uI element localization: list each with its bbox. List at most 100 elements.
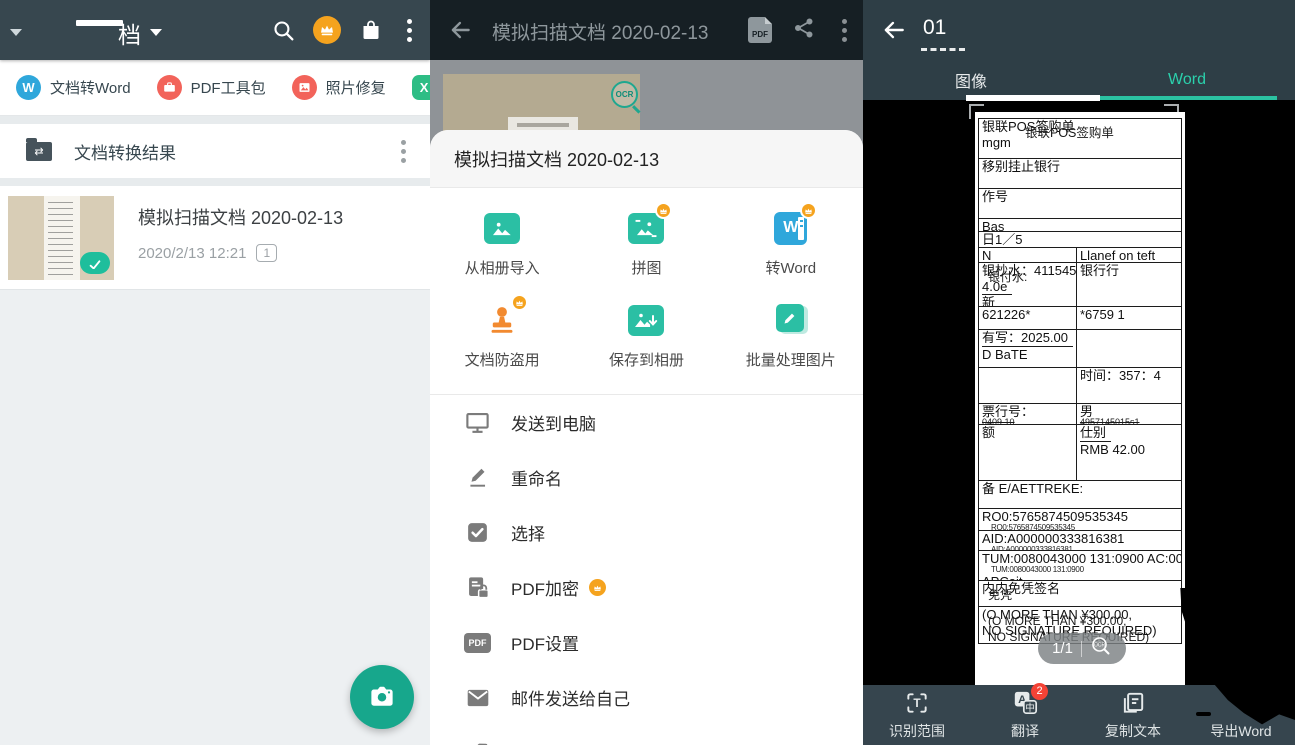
ocr-table-cell: 票行号：0409.10 bbox=[979, 404, 1076, 424]
search-icon[interactable] bbox=[270, 17, 296, 43]
edge-caret-icon[interactable] bbox=[10, 29, 22, 36]
action-label: 选择 bbox=[511, 520, 545, 545]
page-indicator: 1/1 bbox=[1052, 640, 1073, 657]
ocr-table-cell bbox=[1076, 330, 1181, 367]
dimmed-app-bar: 模拟扫描文档 2020-02-13 PDF bbox=[430, 0, 863, 60]
sheet-list-pdf-badge[interactable]: PDF PDF设置 bbox=[430, 615, 863, 670]
sheet-action-stamp[interactable]: 文档防盗用 bbox=[430, 290, 574, 382]
ocr-zoom-icon[interactable]: OCR bbox=[1090, 635, 1112, 662]
ocr-word-page[interactable]: 银联POS签购单银联POS签购单mgm 移别挂止银行作号Bas日1／5NLlane… bbox=[975, 112, 1185, 685]
sheet-action-image[interactable]: 从相册导入 bbox=[430, 198, 574, 290]
artifact-strip bbox=[966, 95, 1100, 101]
toolbar-ocr-frame[interactable]: T 识别范围 bbox=[863, 685, 971, 745]
document-name[interactable]: 01 bbox=[923, 16, 946, 40]
toolbar-item-3[interactable]: 照片修复 bbox=[292, 75, 386, 100]
camera-fab[interactable] bbox=[350, 665, 414, 729]
black-blob-overlay bbox=[1196, 712, 1211, 716]
ocr-table-row: TUM:0080043000 131:0900 AC:00FTUM:008004… bbox=[979, 551, 1181, 581]
premium-crown-icon bbox=[589, 579, 606, 596]
ocr-text-line: 内内免凭签名免凭 bbox=[979, 581, 1181, 597]
folder-item[interactable]: ⇄ 文档转换结果 bbox=[0, 124, 430, 178]
sheet-action-list: 发送到电脑 重命名 选择 PDF加密 PDF PDF设置 邮件发送给自己 设置标签 bbox=[430, 395, 863, 745]
toolbar-item-label: 文档转Word bbox=[50, 77, 131, 98]
collage-icon bbox=[624, 208, 668, 248]
ocr-result-screen: 01 图像 Word 银联POS签购单银联POS签购单mgm 移别挂止银行作号Ba… bbox=[863, 0, 1295, 745]
image-icon bbox=[480, 208, 524, 248]
ocr-text-line: mgm bbox=[979, 135, 1181, 151]
page-indicator-pill[interactable]: 1/1 OCR bbox=[1038, 633, 1126, 664]
ocr-table-row: 内内免凭签名免凭 bbox=[979, 581, 1181, 607]
toolbar-item-2[interactable]: PDF工具包 bbox=[157, 75, 266, 100]
sheet-list-select[interactable]: 选择 bbox=[430, 505, 863, 560]
ocr-table-row: 日1／5 bbox=[979, 232, 1181, 248]
ocr-table-cell: Bas bbox=[979, 219, 1181, 231]
action-label: PDF加密 bbox=[511, 575, 579, 600]
rename-icon bbox=[464, 464, 491, 491]
sheet-list-rename[interactable]: 重命名 bbox=[430, 450, 863, 505]
ocr-text-line: N bbox=[979, 248, 1076, 262]
sheet-action-batch-edit[interactable]: 批量处理图片 bbox=[719, 290, 863, 382]
sheet-list-pdf-lock[interactable]: PDF加密 bbox=[430, 560, 863, 615]
sheet-action-collage[interactable]: 拼图 bbox=[574, 198, 718, 290]
ocr-table-row: 621226**6759 1 bbox=[979, 307, 1181, 330]
ocr-table-cell: 银行行 bbox=[1076, 263, 1181, 306]
documents-list-screen: 档 W文档转Word PDF工具包 照片修复 X ⇄ 文档转换结果 bbox=[0, 0, 430, 745]
overflow-menu-icon[interactable] bbox=[836, 19, 853, 42]
ocr-table-row: AID:A000000333816381AID:A000000333816381 bbox=[979, 531, 1181, 551]
shopping-bag-icon[interactable] bbox=[358, 17, 384, 43]
toolbar-translate[interactable]: A中 2 翻译 bbox=[971, 685, 1079, 745]
sheet-action-save-image[interactable]: 保存到相册 bbox=[574, 290, 718, 382]
ocr-text-line: 仕别 bbox=[1077, 425, 1181, 442]
ocr-text-line: 4.0e bbox=[979, 279, 1076, 296]
tab-word[interactable]: Word bbox=[1079, 60, 1295, 100]
ocr-table-row: 额仕别RMB 42.00 bbox=[979, 425, 1181, 481]
back-icon[interactable] bbox=[881, 17, 907, 48]
sheet-list-tag[interactable]: 设置标签 bbox=[430, 725, 863, 745]
ocr-text-line: 银联POS签购单银联POS签购单 bbox=[979, 119, 1181, 135]
sheet-list-email[interactable]: 邮件发送给自己 bbox=[430, 670, 863, 725]
share-icon[interactable] bbox=[792, 16, 816, 45]
action-label: 转Word bbox=[765, 257, 816, 278]
document-title: 模拟扫描文档 2020-02-13 bbox=[138, 204, 343, 230]
overflow-menu-icon[interactable] bbox=[401, 19, 418, 42]
toolbar-label: 识别范围 bbox=[889, 721, 945, 741]
ocr-ghost-text: 免凭 bbox=[988, 589, 1012, 602]
ocr-table-row: 作号 bbox=[979, 189, 1181, 219]
folder-transfer-icon: ⇄ bbox=[26, 142, 52, 161]
ocr-frame-icon: T bbox=[903, 690, 931, 716]
toolbar-item-1[interactable]: W文档转Word bbox=[16, 75, 131, 100]
ocr-table-cell: Llanef on teft bbox=[1076, 248, 1181, 262]
tab-image[interactable]: 图像 bbox=[863, 60, 1079, 100]
action-label: 拼图 bbox=[631, 257, 661, 278]
premium-crown-icon[interactable] bbox=[313, 16, 341, 44]
ocr-table-cell: AID:A000000333816381AID:A000000333816381 bbox=[979, 531, 1181, 550]
page-title[interactable]: 档 bbox=[118, 16, 141, 50]
sheet-action-word-doc[interactable]: W 转Word bbox=[719, 198, 863, 290]
ocr-text-line: 时间：357：4 bbox=[1077, 368, 1181, 384]
save-image-icon bbox=[624, 300, 668, 340]
ocr-table-cell: 仕别RMB 42.00 bbox=[1076, 425, 1181, 480]
ocr-ghost-text: 0409.10 bbox=[982, 417, 1015, 424]
ocr-table-cell: *6759 1 bbox=[1076, 307, 1181, 329]
sheet-list-computer[interactable]: 发送到电脑 bbox=[430, 395, 863, 450]
word-doc-icon: W bbox=[769, 208, 813, 248]
toolbar-item-4[interactable]: X bbox=[412, 75, 430, 100]
divider bbox=[0, 116, 430, 124]
toolbar-label: 复制文本 bbox=[1105, 721, 1161, 741]
pdf-icon[interactable]: PDF bbox=[748, 17, 772, 43]
action-label: 邮件发送给自己 bbox=[511, 685, 630, 710]
document-timestamp: 2020/2/13 12:21 bbox=[138, 245, 246, 262]
document-list-item[interactable]: 模拟扫描文档 2020-02-13 2020/2/13 12:21 1 bbox=[0, 186, 430, 290]
copy-icon bbox=[1119, 690, 1147, 716]
back-icon[interactable] bbox=[448, 17, 474, 48]
premium-crown-icon bbox=[511, 294, 528, 311]
document-thumbnail[interactable] bbox=[8, 196, 114, 280]
ocr-badge-icon[interactable]: OCR bbox=[611, 81, 638, 108]
folder-menu-icon[interactable] bbox=[395, 140, 412, 163]
email-icon bbox=[464, 684, 491, 711]
ocr-text-line: 移别挂止银行 bbox=[979, 159, 1181, 175]
toolbar-copy[interactable]: 复制文本 bbox=[1079, 685, 1187, 745]
photofix-circle-icon bbox=[292, 75, 317, 100]
chevron-down-icon[interactable] bbox=[150, 29, 162, 36]
ocr-text-line: 银行行 bbox=[1077, 263, 1181, 279]
